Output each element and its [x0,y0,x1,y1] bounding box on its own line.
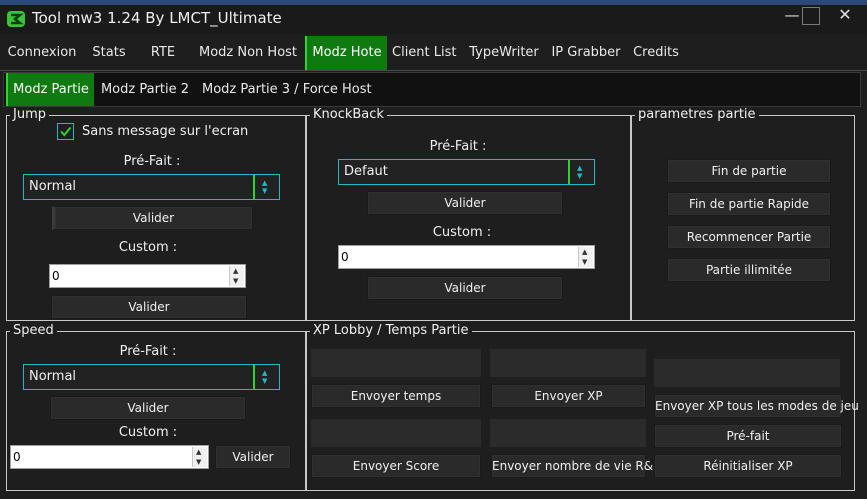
jump-custom-value: 0 [52,269,60,283]
jump-valider-custom-button[interactable]: Valider [51,295,247,319]
parametres-group: parametres partie [631,107,855,321]
speed-valider-custom-button[interactable]: Valider [215,445,291,469]
partie-illimitee-button[interactable]: Partie illimitée [667,258,831,282]
tab-rte[interactable]: RTE [143,36,183,70]
pre-fait-button[interactable]: Pré-fait [654,424,842,448]
speed-group-title: Speed [10,323,57,339]
spin-arrows-icon[interactable]: ▲ ▼ [578,247,593,267]
knockback-prefait-value: Defaut [344,164,388,179]
app-logo-icon [7,11,25,27]
envoyer-xp-button[interactable]: Envoyer XP [491,384,646,408]
combo-arrows-icon: ▲ ▼ [568,160,594,184]
tab-stats[interactable]: Stats [88,36,130,70]
vie-input[interactable] [490,419,646,447]
recommencer-partie-button[interactable]: Recommencer Partie [667,225,831,249]
knockback-prefait-label: Pré-Fait : [429,139,487,154]
temps-input[interactable] [311,349,481,377]
tab-connexion[interactable]: Connexion [4,36,80,70]
jump-custom-label: Custom : [118,240,178,255]
jump-prefait-combo[interactable]: Normal ▲ ▼ [23,174,280,200]
xp-tous-input[interactable] [654,359,840,387]
combo-arrows-icon: ▲ ▼ [253,175,279,199]
checkmark-icon [60,126,72,137]
tab-modz-hote[interactable]: Modz Hote [305,36,387,70]
fin-de-partie-rapide-button[interactable]: Fin de partie Rapide [667,192,831,216]
subtab-modz-partie-3[interactable]: Modz Partie 3 / Force Host [202,73,372,106]
score-input[interactable] [311,419,481,447]
parametres-group-title: parametres partie [635,107,759,123]
jump-checkbox[interactable] [57,123,74,140]
envoyer-xp-tous-button[interactable]: Envoyer XP tous les modes de jeu [654,394,859,418]
jump-prefait-label: Pré-Fait : [123,154,181,169]
spin-arrows-icon[interactable]: ▲ ▼ [229,266,244,286]
fin-de-partie-button[interactable]: Fin de partie [667,159,831,183]
speed-custom-label: Custom : [118,425,178,440]
window-title: Tool mw3 1.24 By LMCT_Ultimate [32,9,282,27]
envoyer-temps-button[interactable]: Envoyer temps [311,384,481,408]
envoyer-score-button[interactable]: Envoyer Score [311,454,481,478]
subtab-modz-partie[interactable]: Modz Partie [6,73,94,106]
speed-custom-input[interactable]: 0 ▲ ▼ [10,445,209,469]
jump-group-title: Jump [10,107,49,123]
spin-arrows-icon[interactable]: ▲ ▼ [192,447,207,467]
knockback-valider-custom-button[interactable]: Valider [367,276,563,300]
xp-input[interactable] [490,349,646,377]
speed-prefait-label: Pré-Fait : [119,344,177,359]
main-tab-bar: Connexion Stats RTE Modz Non Host Modz H… [0,34,867,70]
sub-tab-bar: Modz Partie Modz Partie 2 Modz Partie 3 … [3,72,861,107]
jump-valider-prefait-button[interactable]: Valider [52,206,253,230]
tab-typewriter[interactable]: TypeWriter [466,36,542,70]
jump-custom-input[interactable]: 0 ▲ ▼ [49,264,246,288]
close-button[interactable]: ✕ [831,5,859,27]
speed-prefait-combo[interactable]: Normal ▲ ▼ [23,364,280,390]
envoyer-vie-button[interactable]: Envoyer nombre de vie R&D [491,454,662,478]
combo-arrows-icon: ▲ ▼ [253,365,279,389]
knockback-custom-input[interactable]: 0 ▲ ▼ [338,245,595,269]
tab-client-list[interactable]: Client List [392,36,457,70]
knockback-custom-label: Custom : [432,225,492,240]
reinitialiser-xp-button[interactable]: Réinitialiser XP [654,454,842,478]
xp-group-title: XP Lobby / Temps Partie [310,323,472,339]
speed-prefait-value: Normal [29,369,77,384]
maximize-button[interactable] [802,7,820,25]
jump-checkbox-label: Sans message sur l'ecran [82,124,249,139]
tab-ip-grabber[interactable]: IP Grabber [550,36,622,70]
subtab-modz-partie-2[interactable]: Modz Partie 2 [99,73,191,106]
tab-credits[interactable]: Credits [630,36,682,70]
speed-custom-value: 0 [13,450,21,464]
knockback-prefait-combo[interactable]: Defaut ▲ ▼ [338,159,595,185]
tab-divider [0,70,867,71]
knockback-group-title: KnockBack [310,107,387,123]
jump-prefait-value: Normal [29,179,77,194]
speed-valider-prefait-button[interactable]: Valider [50,396,246,420]
knockback-valider-prefait-button[interactable]: Valider [367,191,563,215]
knockback-custom-value: 0 [341,250,349,264]
tab-modz-non-host[interactable]: Modz Non Host [195,36,301,70]
